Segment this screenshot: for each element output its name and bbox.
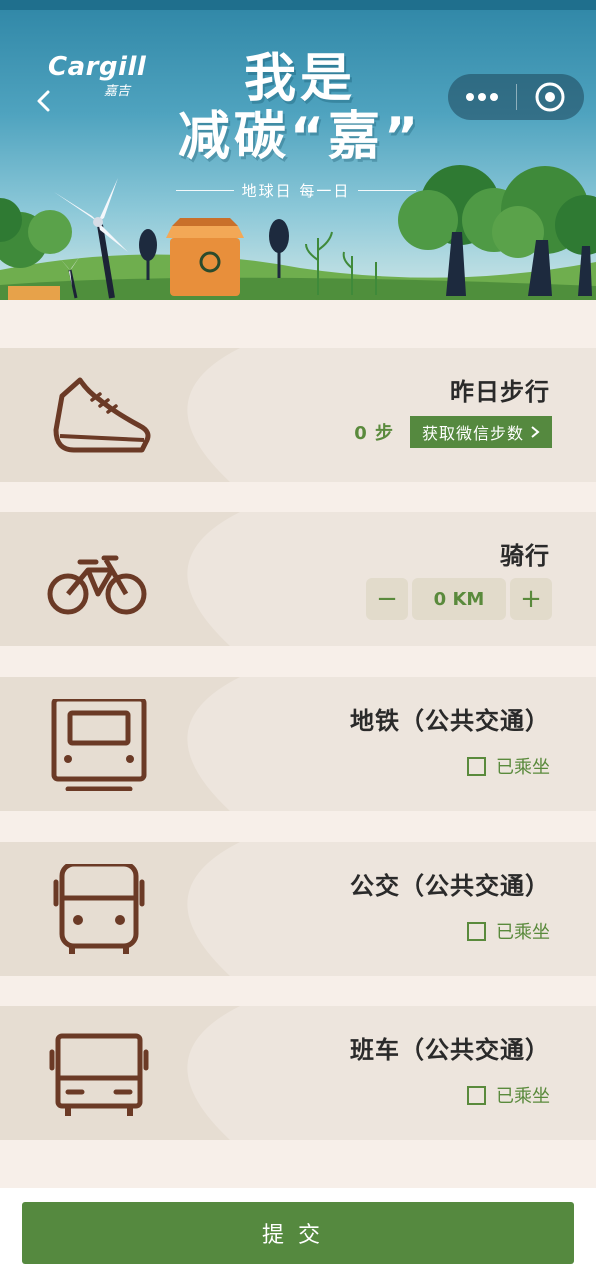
- shuttle-title: 班车（公共交通）: [350, 1036, 550, 1064]
- shuttle-taken-checkbox[interactable]: 已乘坐: [467, 1082, 550, 1108]
- headline-line-2: 减碳“嘉”: [177, 107, 423, 167]
- get-wechat-steps-button[interactable]: 获取微信步数: [409, 416, 552, 448]
- activity-card-shuttle: 班车（公共交通） 已乘坐: [0, 1006, 596, 1140]
- mini-program-capsule: [448, 74, 584, 120]
- chevron-right-icon: [531, 426, 540, 438]
- sneaker-icon: [44, 370, 154, 462]
- subway-title: 地铁（公共交通）: [350, 707, 550, 735]
- walking-title: 昨日步行: [450, 378, 550, 406]
- checkbox-box[interactable]: [467, 921, 486, 941]
- activity-card-walking: 昨日步行 0 步 获取微信步数: [0, 348, 596, 482]
- steps-row: 0 步 获取微信步数: [354, 416, 552, 448]
- distance-stepper: − 0 KM +: [366, 578, 552, 620]
- brand-name: Cargill: [48, 52, 147, 82]
- bicycle-icon: [44, 534, 154, 626]
- get-wechat-steps-label: 获取微信步数: [421, 424, 524, 443]
- shuttle-taken-label: 已乘坐: [496, 1086, 550, 1107]
- checkbox-box[interactable]: [467, 756, 486, 776]
- brand-sub: 嘉吉: [104, 84, 131, 99]
- bus-taken-checkbox[interactable]: 已乘坐: [467, 918, 550, 944]
- subway-icon: [44, 696, 154, 792]
- checkbox-box[interactable]: [467, 1085, 486, 1105]
- tagline-text: 地球日 每一日: [241, 182, 351, 200]
- steps-value: 0 步: [354, 423, 394, 444]
- distance-value[interactable]: 0 KM: [412, 578, 506, 620]
- subway-taken-checkbox[interactable]: 已乘坐: [467, 753, 550, 779]
- decrease-distance-button[interactable]: −: [366, 578, 408, 620]
- header-banner: Cargill 嘉吉 我是 减碳“嘉” 地球日 每一日: [0, 0, 596, 300]
- banner-headline: 我是 减碳“嘉”: [150, 50, 450, 166]
- activity-card-cycling: 骑行 − 0 KM +: [0, 512, 596, 646]
- chevron-left-icon: [37, 90, 50, 112]
- footer-bar: 提交: [0, 1188, 596, 1273]
- shuttle-bus-icon: [44, 1028, 154, 1120]
- more-button[interactable]: [448, 74, 516, 120]
- headline-line-1: 我是: [243, 49, 356, 109]
- brand-logo: Cargill 嘉吉: [48, 52, 148, 99]
- more-dots-icon: [465, 93, 498, 101]
- increase-distance-button[interactable]: +: [510, 578, 552, 620]
- bus-title: 公交（公共交通）: [350, 872, 550, 900]
- subway-taken-label: 已乘坐: [496, 757, 550, 778]
- back-button[interactable]: [32, 86, 56, 116]
- banner-tagline: 地球日 每一日: [176, 180, 416, 201]
- submit-button[interactable]: 提交: [22, 1202, 574, 1264]
- cycling-title: 骑行: [500, 542, 550, 570]
- activity-card-bus: 公交（公共交通） 已乘坐: [0, 842, 596, 976]
- target-close-icon: [535, 82, 565, 112]
- activity-card-subway: 地铁（公共交通） 已乘坐: [0, 677, 596, 811]
- bus-taken-label: 已乘坐: [496, 922, 550, 943]
- close-mini-program-button[interactable]: [517, 74, 585, 120]
- bus-icon: [44, 861, 154, 956]
